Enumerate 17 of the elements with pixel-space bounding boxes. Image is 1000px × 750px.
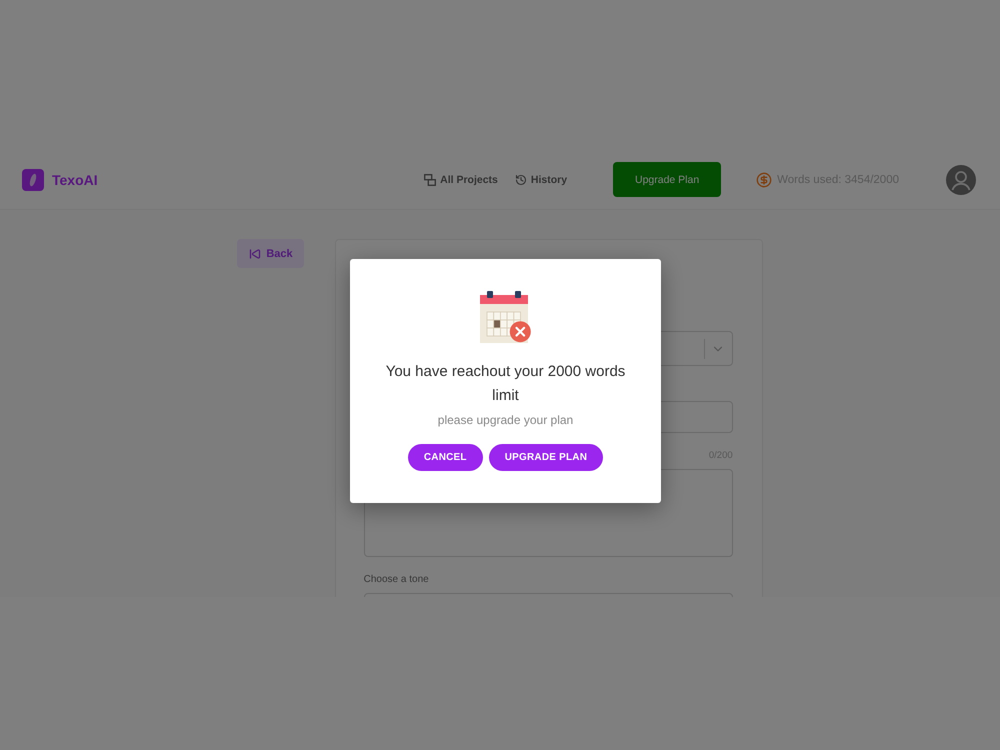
history-icon — [514, 174, 527, 186]
modal-subtitle: please upgrade your plan — [438, 412, 574, 428]
brand-name: TexoAI — [52, 172, 98, 188]
back-button[interactable]: Back — [237, 239, 304, 268]
overlapping-squares-icon — [424, 174, 436, 186]
dollar-coin-icon — [756, 172, 772, 188]
cancel-button[interactable]: CANCEL — [408, 444, 483, 471]
nav-link[interactable]: History — [514, 174, 568, 186]
nav-link[interactable]: All Projects — [424, 174, 498, 186]
avatar-icon[interactable] — [946, 164, 976, 194]
upgrade-plan-button[interactable]: Upgrade Plan — [613, 162, 722, 197]
logo-icon — [22, 168, 44, 190]
upgrade-button[interactable]: UPGRADE PLAN — [488, 444, 604, 471]
field-label: Choose a tone — [364, 573, 429, 587]
calendar-x-icon — [480, 291, 531, 343]
modal-title: You have reachout your 2000 words limit — [384, 362, 626, 406]
skip-back-icon — [249, 248, 262, 260]
